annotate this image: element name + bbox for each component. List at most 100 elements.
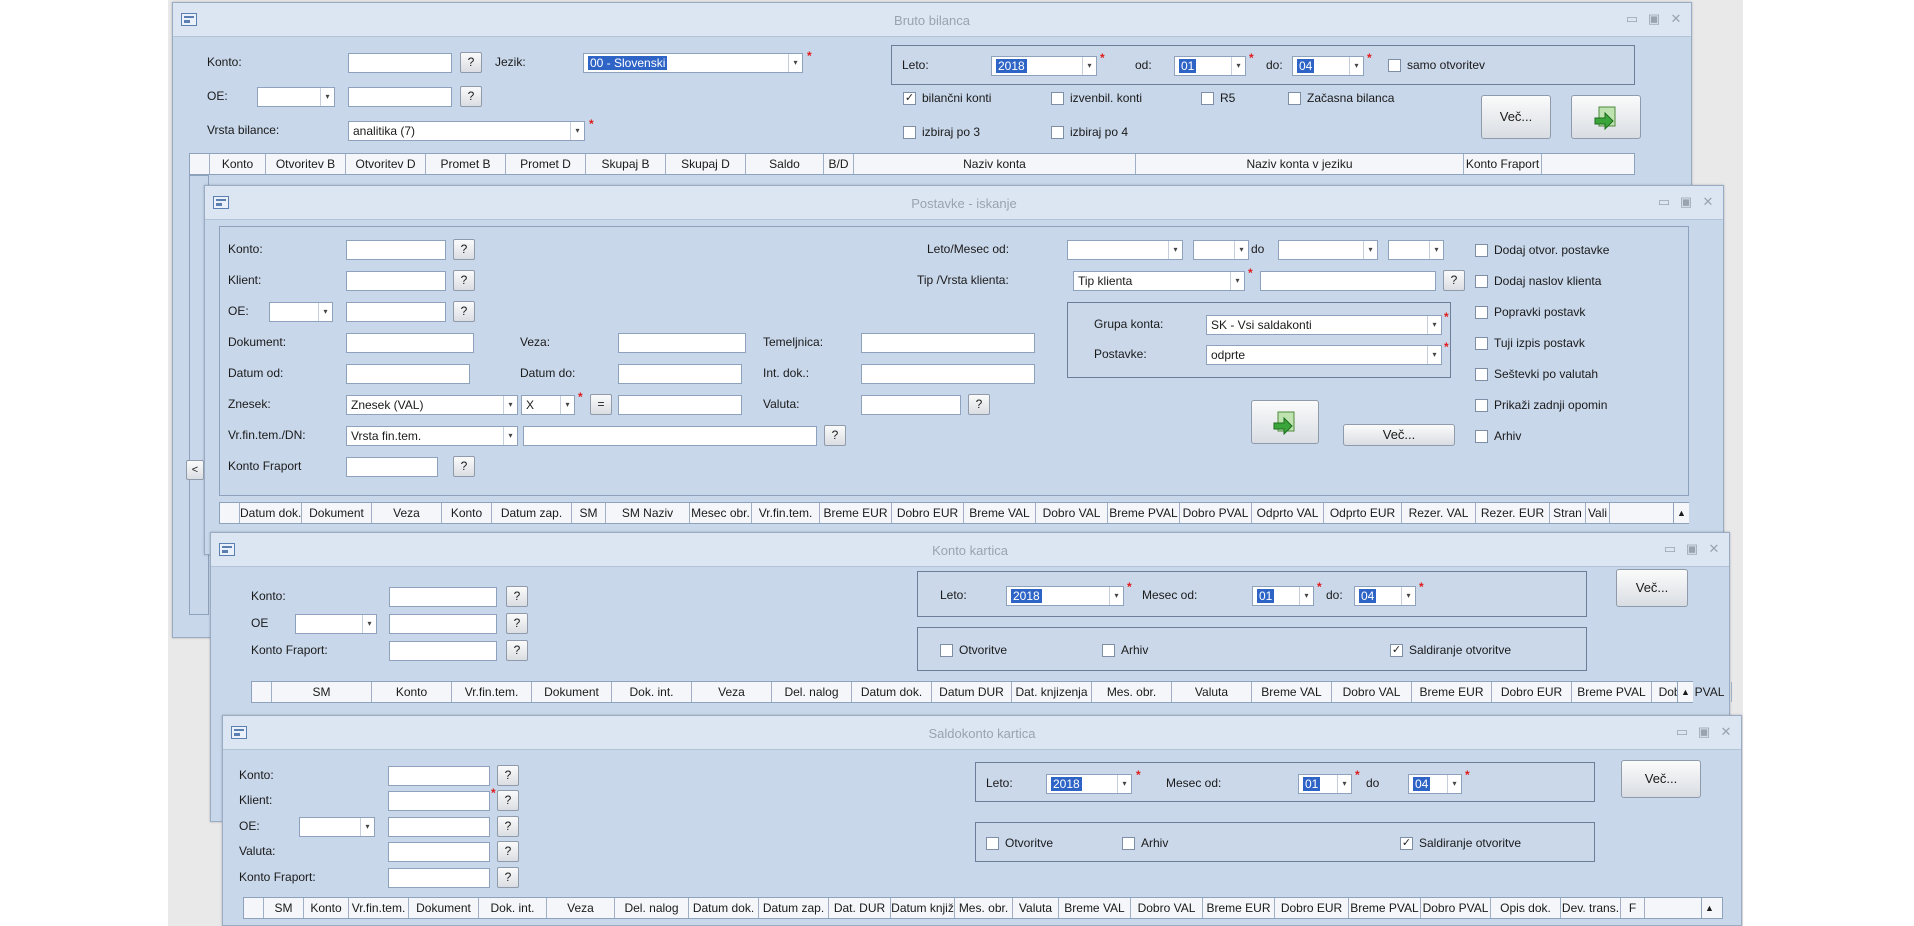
column-header[interactable]: F xyxy=(1621,898,1645,918)
execute-button[interactable] xyxy=(1571,95,1641,139)
column-header[interactable]: Konto xyxy=(210,154,266,174)
vrsta-klienta-input[interactable] xyxy=(1260,271,1436,291)
znesek-input[interactable] xyxy=(618,395,742,415)
chevron-down-icon[interactable]: ▾ xyxy=(503,427,517,445)
column-header[interactable]: Dobro EUR xyxy=(1275,898,1349,918)
chevron-down-icon[interactable]: ▾ xyxy=(362,615,376,633)
konto-input[interactable] xyxy=(348,53,452,73)
mesec-do-select[interactable]: ▾ xyxy=(1388,240,1444,260)
oe-input[interactable] xyxy=(388,817,490,837)
znesek-select[interactable]: Znesek (VAL) ▾ xyxy=(346,395,518,415)
execute-button[interactable] xyxy=(1251,400,1319,444)
arhiv-checkbox[interactable]: Arhiv xyxy=(1122,836,1168,850)
od-select[interactable]: 01 ▾ xyxy=(1174,56,1246,76)
checkbox-box[interactable] xyxy=(1475,305,1488,319)
bilancni-konti-checkbox[interactable]: ✓ bilančni konti xyxy=(903,91,991,105)
popravki-postavk-checkbox[interactable]: Popravki postavk xyxy=(1475,305,1585,319)
column-header[interactable]: Konto xyxy=(442,503,492,523)
dn-lookup-button[interactable]: ? xyxy=(824,425,846,446)
checkbox-box[interactable] xyxy=(986,836,999,850)
checkbox-box[interactable] xyxy=(1102,643,1115,657)
klient-lookup-button[interactable]: ? xyxy=(497,790,519,811)
checkbox-box[interactable] xyxy=(1475,367,1488,381)
checkmark-icon[interactable]: ✓ xyxy=(1400,836,1413,850)
column-header[interactable]: B/D xyxy=(824,154,854,174)
chevron-down-icon[interactable]: ▾ xyxy=(570,122,584,140)
chevron-down-icon[interactable]: ▾ xyxy=(1337,775,1351,793)
column-header[interactable]: Rezer. EUR xyxy=(1476,503,1550,523)
equals-button[interactable]: = xyxy=(590,394,612,415)
column-header[interactable]: Odprto VAL xyxy=(1252,503,1324,523)
chevron-down-icon[interactable]: ▾ xyxy=(1401,587,1415,605)
chevron-down-icon[interactable]: ▾ xyxy=(1427,346,1441,364)
column-header[interactable]: Breme VAL xyxy=(1252,682,1332,702)
checkbox-box[interactable] xyxy=(1051,91,1064,105)
column-header[interactable]: Naziv konta xyxy=(854,154,1136,174)
klient-input[interactable] xyxy=(388,791,490,811)
oe-lookup-button[interactable]: ? xyxy=(506,613,528,634)
postavke-select[interactable]: odprte ▾ xyxy=(1206,345,1442,365)
column-header[interactable]: Datum zap. xyxy=(492,503,572,523)
izbiraj-po-4-checkbox[interactable]: izbiraj po 4 xyxy=(1051,125,1128,139)
checkmark-icon[interactable]: ✓ xyxy=(903,91,916,105)
restore-icon[interactable]: ▣ xyxy=(1697,724,1711,740)
valuta-input[interactable] xyxy=(388,842,490,862)
chevron-down-icon[interactable]: ▾ xyxy=(1168,241,1182,259)
mesec-do-select[interactable]: 04 ▾ xyxy=(1354,586,1416,606)
grupa-konta-select[interactable]: SK - Vsi saldakonti ▾ xyxy=(1206,315,1442,335)
checkbox-box[interactable] xyxy=(903,125,916,139)
column-header[interactable]: Dok. int. xyxy=(479,898,547,918)
column-header[interactable]: Opis dok. xyxy=(1491,898,1561,918)
prikazi-zadnji-opomin-checkbox[interactable]: Prikaži zadnji opomin xyxy=(1475,398,1607,412)
close-icon[interactable]: ✕ xyxy=(1669,11,1683,27)
r5-checkbox[interactable]: R5 xyxy=(1201,91,1235,105)
vrsta-bilance-select[interactable]: analitika (7) ▾ xyxy=(348,121,585,141)
saldo-title-bar[interactable]: Saldokonto kartica ▭ ▣ ✕ xyxy=(223,716,1741,750)
chevron-down-icon[interactable]: ▾ xyxy=(1117,775,1131,793)
restore-icon[interactable]: ▣ xyxy=(1647,11,1661,27)
oe-lookup-button[interactable]: ? xyxy=(460,86,482,107)
column-header[interactable]: Mes. obr. xyxy=(1092,682,1172,702)
column-header[interactable]: Saldo xyxy=(746,154,824,174)
samo-otvoritev-checkbox[interactable]: samo otvoritev xyxy=(1388,58,1485,72)
column-header[interactable]: Naziv konta v jeziku xyxy=(1136,154,1464,174)
column-header[interactable]: Vr.fin.tem. xyxy=(349,898,409,918)
minimize-icon[interactable]: ▭ xyxy=(1663,541,1677,557)
column-header[interactable]: Otvoritev B xyxy=(266,154,346,174)
scroll-left-icon[interactable]: < xyxy=(186,460,204,480)
scroll-up-icon[interactable]: ▲ xyxy=(1701,898,1717,918)
checkbox-box[interactable] xyxy=(940,643,953,657)
zacasna-bilanca-checkbox[interactable]: Začasna bilanca xyxy=(1288,91,1394,105)
tip-klienta-select[interactable]: Tip klienta ▾ xyxy=(1073,271,1245,291)
column-header[interactable]: Del. nalog xyxy=(772,682,852,702)
chevron-down-icon[interactable]: ▾ xyxy=(1109,587,1123,605)
column-header[interactable]: Stran xyxy=(1550,503,1586,523)
konto-lookup-button[interactable]: ? xyxy=(460,52,482,73)
column-header[interactable]: Veza xyxy=(547,898,615,918)
checkbox-box[interactable] xyxy=(1475,398,1488,412)
konto-lookup-button[interactable]: ? xyxy=(453,239,475,260)
column-header[interactable]: Breme PVAL xyxy=(1572,682,1652,702)
chevron-down-icon[interactable]: ▾ xyxy=(1429,241,1443,259)
column-header[interactable]: Konto xyxy=(304,898,349,918)
chevron-down-icon[interactable]: ▾ xyxy=(503,396,517,414)
konto-fraport-lookup-button[interactable]: ? xyxy=(497,867,519,888)
vec-button[interactable]: Več... xyxy=(1616,569,1688,607)
dodaj-naslov-klienta-checkbox[interactable]: Dodaj naslov klienta xyxy=(1475,274,1601,288)
chevron-down-icon[interactable]: ▾ xyxy=(318,303,332,321)
chevron-down-icon[interactable]: ▾ xyxy=(1427,316,1441,334)
column-header[interactable]: Datum DUR xyxy=(932,682,1012,702)
konto-fraport-lookup-button[interactable]: ? xyxy=(453,456,475,477)
oe-select[interactable]: ▾ xyxy=(257,87,335,107)
column-header[interactable]: Dobro VAL xyxy=(1036,503,1108,523)
chevron-down-icon[interactable]: ▾ xyxy=(320,88,334,106)
vrsta-klienta-lookup-button[interactable]: ? xyxy=(1443,270,1465,291)
restore-icon[interactable]: ▣ xyxy=(1679,194,1693,210)
klient-lookup-button[interactable]: ? xyxy=(453,270,475,291)
konto-fraport-input[interactable] xyxy=(346,457,438,477)
column-header[interactable]: Datum knjiž xyxy=(891,898,955,918)
vrfin-select[interactable]: Vrsta fin.tem. ▾ xyxy=(346,426,518,446)
column-header[interactable]: Promet B xyxy=(426,154,506,174)
chevron-down-icon[interactable]: ▾ xyxy=(560,396,574,414)
checkbox-box[interactable] xyxy=(1201,91,1214,105)
